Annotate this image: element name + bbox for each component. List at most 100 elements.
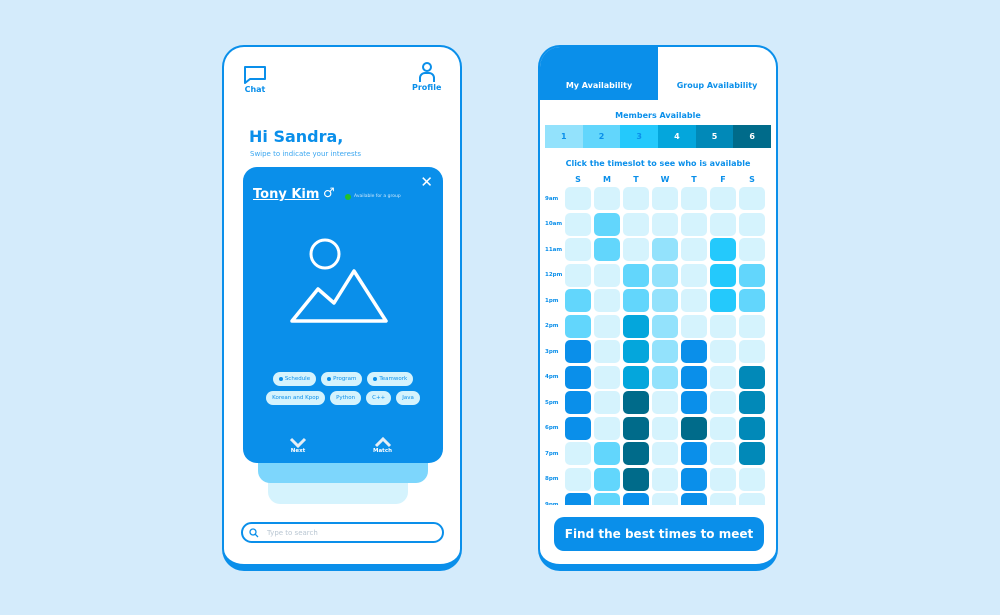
- timeslot-cell[interactable]: [565, 314, 591, 338]
- timeslot-cell[interactable]: [623, 442, 649, 465]
- timeslot-cell[interactable]: [739, 365, 765, 389]
- timeslot-cell[interactable]: [594, 289, 620, 312]
- tab-group-availability[interactable]: Group Availability: [658, 47, 776, 100]
- timeslot-cell[interactable]: [565, 289, 591, 312]
- timeslot-cell[interactable]: [681, 289, 707, 312]
- timeslot-cell[interactable]: [623, 187, 649, 210]
- timeslot-cell[interactable]: [739, 391, 765, 414]
- timeslot-cell[interactable]: [739, 467, 765, 491]
- timeslot-cell[interactable]: [739, 263, 765, 287]
- timeslot-cell[interactable]: [652, 365, 678, 389]
- timeslot-cell[interactable]: [623, 467, 649, 491]
- timeslot-cell[interactable]: [652, 289, 678, 312]
- timeslot-cell[interactable]: [623, 493, 649, 505]
- timeslot-cell[interactable]: [681, 212, 707, 236]
- timeslot-cell[interactable]: [565, 416, 591, 440]
- timeslot-cell[interactable]: [565, 391, 591, 414]
- timeslot-cell[interactable]: [623, 416, 649, 440]
- timeslot-cell[interactable]: [710, 442, 736, 465]
- timeslot-cell[interactable]: [594, 493, 620, 505]
- timeslot-cell[interactable]: [565, 187, 591, 210]
- timeslot-cell[interactable]: [594, 212, 620, 236]
- timeslot-cell[interactable]: [565, 263, 591, 287]
- find-best-times-button[interactable]: Find the best times to meet: [554, 517, 764, 551]
- chat-button[interactable]: Chat: [242, 65, 268, 94]
- timeslot-cell[interactable]: [739, 442, 765, 465]
- timeslot-cell[interactable]: [565, 340, 591, 363]
- timeslot-cell[interactable]: [652, 238, 678, 261]
- close-icon[interactable]: ✕: [420, 173, 433, 191]
- timeslot-cell[interactable]: [623, 340, 649, 363]
- timeslot-cell[interactable]: [652, 314, 678, 338]
- timeslot-cell[interactable]: [652, 442, 678, 465]
- timeslot-cell[interactable]: [710, 391, 736, 414]
- timeslot-cell[interactable]: [710, 187, 736, 210]
- timeslot-cell[interactable]: [739, 238, 765, 261]
- timeslot-cell[interactable]: [594, 416, 620, 440]
- next-button[interactable]: Next: [289, 437, 307, 454]
- interest-tag[interactable]: Java: [396, 391, 420, 405]
- timeslot-cell[interactable]: [623, 365, 649, 389]
- timeslot-cell[interactable]: [739, 340, 765, 363]
- timeslot-cell[interactable]: [652, 340, 678, 363]
- timeslot-cell[interactable]: [623, 212, 649, 236]
- timeslot-cell[interactable]: [681, 187, 707, 210]
- timeslot-cell[interactable]: [565, 238, 591, 261]
- timeslot-cell[interactable]: [623, 263, 649, 287]
- timeslot-cell[interactable]: [623, 314, 649, 338]
- interest-tag[interactable]: Korean and Kpop: [266, 391, 326, 405]
- timeslot-cell[interactable]: [710, 365, 736, 389]
- timeslot-cell[interactable]: [681, 263, 707, 287]
- timeslot-cell[interactable]: [594, 187, 620, 210]
- timeslot-cell[interactable]: [652, 187, 678, 210]
- timeslot-cell[interactable]: [623, 238, 649, 261]
- timeslot-cell[interactable]: [710, 212, 736, 236]
- tab-my-availability[interactable]: My Availability: [540, 47, 658, 100]
- timeslot-cell[interactable]: [710, 314, 736, 338]
- timeslot-cell[interactable]: [681, 467, 707, 491]
- card-name[interactable]: Tony Kim: [253, 187, 319, 202]
- timeslot-cell[interactable]: [681, 340, 707, 363]
- availability-grid[interactable]: 9am 10am 11am 12pm 1pm 2pm 3pm 4pm 5pm 6pm 7pm 8pm 9…: [540, 187, 776, 505]
- timeslot-cell[interactable]: [565, 493, 591, 505]
- timeslot-cell[interactable]: [681, 416, 707, 440]
- timeslot-cell[interactable]: [594, 391, 620, 414]
- timeslot-cell[interactable]: [652, 391, 678, 414]
- timeslot-cell[interactable]: [739, 212, 765, 236]
- timeslot-cell[interactable]: [710, 467, 736, 491]
- timeslot-cell[interactable]: [739, 493, 765, 505]
- profile-button[interactable]: Profile: [412, 61, 441, 92]
- timeslot-cell[interactable]: [594, 238, 620, 261]
- timeslot-cell[interactable]: [652, 263, 678, 287]
- timeslot-cell[interactable]: [594, 340, 620, 363]
- match-button[interactable]: Match: [373, 437, 392, 454]
- timeslot-cell[interactable]: [739, 187, 765, 210]
- timeslot-cell[interactable]: [681, 493, 707, 505]
- profile-card[interactable]: Tony Kim ♂ Available for a group ✕ Sched…: [243, 167, 443, 463]
- search-input[interactable]: Type to search: [241, 522, 444, 543]
- timeslot-cell[interactable]: [565, 212, 591, 236]
- timeslot-cell[interactable]: [681, 365, 707, 389]
- timeslot-cell[interactable]: [652, 493, 678, 505]
- timeslot-cell[interactable]: [594, 442, 620, 465]
- timeslot-cell[interactable]: [681, 391, 707, 414]
- timeslot-cell[interactable]: [739, 289, 765, 312]
- timeslot-cell[interactable]: [710, 238, 736, 261]
- timeslot-cell[interactable]: [594, 263, 620, 287]
- timeslot-cell[interactable]: [652, 416, 678, 440]
- timeslot-cell[interactable]: [565, 442, 591, 465]
- timeslot-cell[interactable]: [681, 238, 707, 261]
- interest-tag[interactable]: C++: [366, 391, 392, 405]
- timeslot-cell[interactable]: [681, 314, 707, 338]
- timeslot-cell[interactable]: [565, 467, 591, 491]
- timeslot-cell[interactable]: [594, 467, 620, 491]
- timeslot-cell[interactable]: [623, 289, 649, 312]
- timeslot-cell[interactable]: [739, 416, 765, 440]
- timeslot-cell[interactable]: [710, 493, 736, 505]
- timeslot-cell[interactable]: [710, 263, 736, 287]
- timeslot-cell[interactable]: [565, 365, 591, 389]
- timeslot-cell[interactable]: [710, 416, 736, 440]
- timeslot-cell[interactable]: [594, 314, 620, 338]
- timeslot-cell[interactable]: [681, 442, 707, 465]
- interest-tag[interactable]: Python: [330, 391, 362, 405]
